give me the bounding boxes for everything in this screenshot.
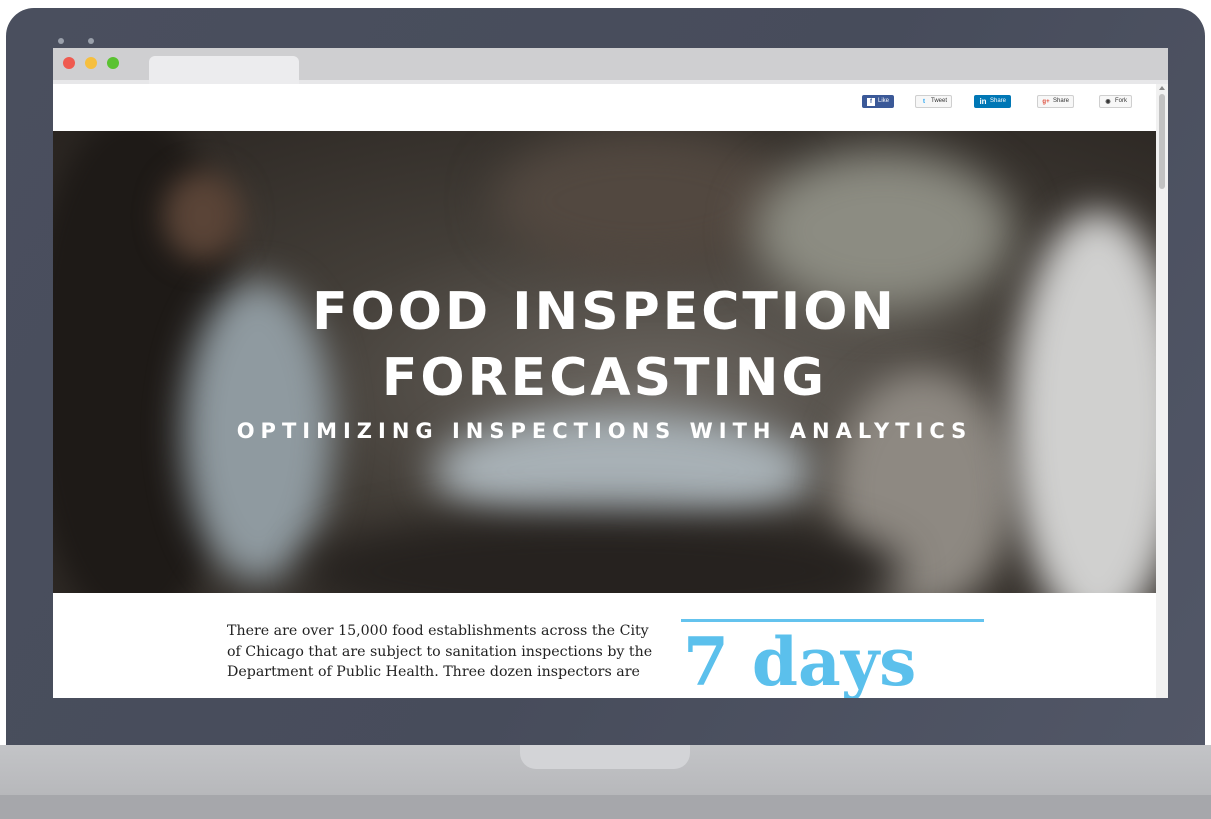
share-bar: f Like t Tweet in Share g+ Share ◉ Fork: [53, 84, 1156, 131]
google-plus-share-button[interactable]: g+ Share: [1037, 95, 1075, 108]
github-fork-button[interactable]: ◉ Fork: [1099, 95, 1132, 108]
browser-tabbar: [53, 48, 1168, 84]
hero-photo-shelf: [493, 131, 793, 271]
github-icon: ◉: [1105, 98, 1111, 105]
hero-banner: FOOD INSPECTION FORECASTING OPTIMIZING I…: [53, 131, 1156, 593]
hero-title-line1: FOOD INSPECTION: [312, 282, 897, 342]
content-section: There are over 15,000 food establishment…: [53, 593, 1156, 698]
google-plus-icon: g+: [1042, 98, 1050, 105]
minimize-window-button[interactable]: [85, 57, 97, 69]
facebook-icon: f: [867, 97, 875, 106]
browser-window: f Like t Tweet in Share g+ Share ◉ Fork …: [53, 48, 1168, 698]
linkedin-icon: in: [979, 96, 987, 106]
close-window-button[interactable]: [63, 57, 75, 69]
maximize-window-button[interactable]: [107, 57, 119, 69]
laptop-notch: [520, 745, 690, 769]
hero-title-line2: FORECASTING: [381, 348, 828, 408]
hero-photo-floor: [303, 511, 903, 593]
hero-subtitle: OPTIMIZING INSPECTIONS WITH ANALYTICS: [236, 419, 973, 443]
laptop-bottom: [0, 795, 1211, 819]
scrollbar-thumb[interactable]: [1159, 94, 1165, 189]
linkedin-share-label: Share: [990, 98, 1007, 104]
browser-tab[interactable]: [149, 56, 299, 84]
intro-paragraph: There are over 15,000 food establishment…: [227, 623, 653, 680]
google-plus-share-label: Share: [1053, 98, 1070, 104]
laptop-dot: [58, 38, 64, 44]
facebook-like-label: Like: [878, 98, 890, 104]
stat-divider: [681, 619, 984, 622]
linkedin-share-button[interactable]: in Share: [974, 95, 1012, 108]
github-fork-label: Fork: [1115, 98, 1127, 104]
facebook-like-button[interactable]: f Like: [862, 95, 895, 108]
tweet-button[interactable]: t Tweet: [915, 95, 953, 108]
vertical-scrollbar[interactable]: [1156, 84, 1168, 698]
tweet-label: Tweet: [931, 98, 948, 104]
laptop-dot: [88, 38, 94, 44]
twitter-icon: t: [923, 98, 925, 105]
hero-photo-head: [163, 171, 243, 261]
scroll-up-arrow-icon[interactable]: [1159, 86, 1165, 90]
stat-value: 7 days: [683, 623, 917, 698]
